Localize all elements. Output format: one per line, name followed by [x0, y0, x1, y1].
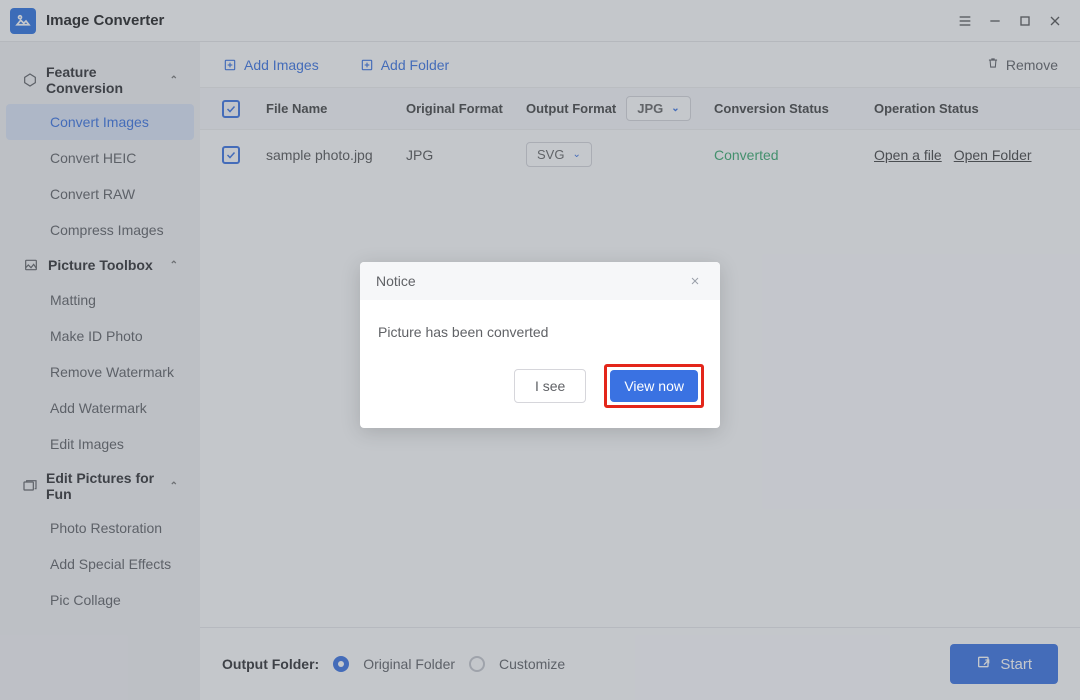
dialog-title: Notice: [376, 273, 416, 289]
notice-dialog: Notice Picture has been converted I see …: [360, 262, 720, 428]
modal-overlay: Notice Picture has been converted I see …: [0, 0, 1080, 700]
i-see-button[interactable]: I see: [514, 369, 586, 403]
view-now-button[interactable]: View now: [610, 370, 698, 402]
close-icon[interactable]: [686, 272, 704, 290]
highlight-box: View now: [604, 364, 704, 408]
dialog-message: Picture has been converted: [360, 300, 720, 350]
